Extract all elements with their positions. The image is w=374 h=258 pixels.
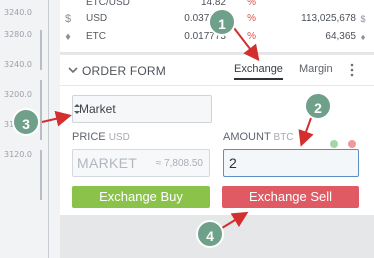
callout-badge-4: 4 [196,220,224,248]
ethereum-icon: ♦ [360,31,366,42]
chart-candle [40,30,42,70]
chart-candle [40,150,42,200]
chart-axis-line [48,0,49,258]
amount-value: 2 [229,155,237,171]
amount-input[interactable]: 2 [223,149,359,177]
amount-currency: BTC [273,132,294,143]
ethereum-icon: ♦ [65,30,71,43]
ticker-change: % [247,0,256,8]
price-input[interactable]: MARKET ≈ 7,808.50 [72,149,210,177]
price-currency: USD [108,132,130,143]
order-form-panel: ORDER FORM Exchange Margin Market PRICE … [60,55,374,215]
chart-axis-label: 3200.0 [4,90,32,99]
price-label-text: PRICE [72,131,106,143]
chart-axis-label: 3280.0 [4,30,32,39]
amount-label-text: AMOUNT [223,131,271,143]
callout-badge-1: 1 [208,8,236,36]
chart-axis-label: 3120.0 [4,150,32,159]
ticker-volume: 64,365 [325,31,356,42]
more-options-icon[interactable] [350,63,354,77]
callout-badge-2: 2 [304,92,332,120]
red-dot-icon[interactable] [348,140,356,148]
arrow-4 [221,211,249,229]
price-estimate: ≈ 7,808.50 [155,158,203,169]
green-dot-icon[interactable] [329,140,338,148]
amount-label: AMOUNT BTC [223,131,294,143]
exchange-sell-button[interactable]: Exchange Sell [222,186,359,208]
price-label: PRICE USD [72,131,130,143]
dollar-icon: $ [64,12,72,25]
ticker-last: 14.82 [200,0,226,8]
callout-badge-3: 3 [12,108,40,136]
dollar-icon: $ [360,13,366,24]
order-type-value: Market [79,102,116,116]
ticker-name: ETC/USD [86,0,130,8]
order-type-select[interactable]: Market [72,95,212,123]
tab-margin[interactable]: Margin [299,63,333,75]
order-form-title: ORDER FORM [82,64,166,78]
order-form-header: ORDER FORM Exchange Margin [60,55,374,86]
ticker-name: ETC [86,31,106,42]
chevron-down-icon[interactable] [67,64,79,76]
tab-exchange[interactable]: Exchange [234,63,283,80]
ticker-volume: 113,025,678 [301,13,356,24]
ticker-name: USD [86,13,108,24]
chart-candle [40,80,42,140]
price-placeholder: MARKET [77,155,138,171]
exchange-buy-button[interactable]: Exchange Buy [72,186,210,208]
chart-axis-label: 3240.0 [4,60,32,69]
chart-axis-label: 3240.0 [4,8,32,17]
